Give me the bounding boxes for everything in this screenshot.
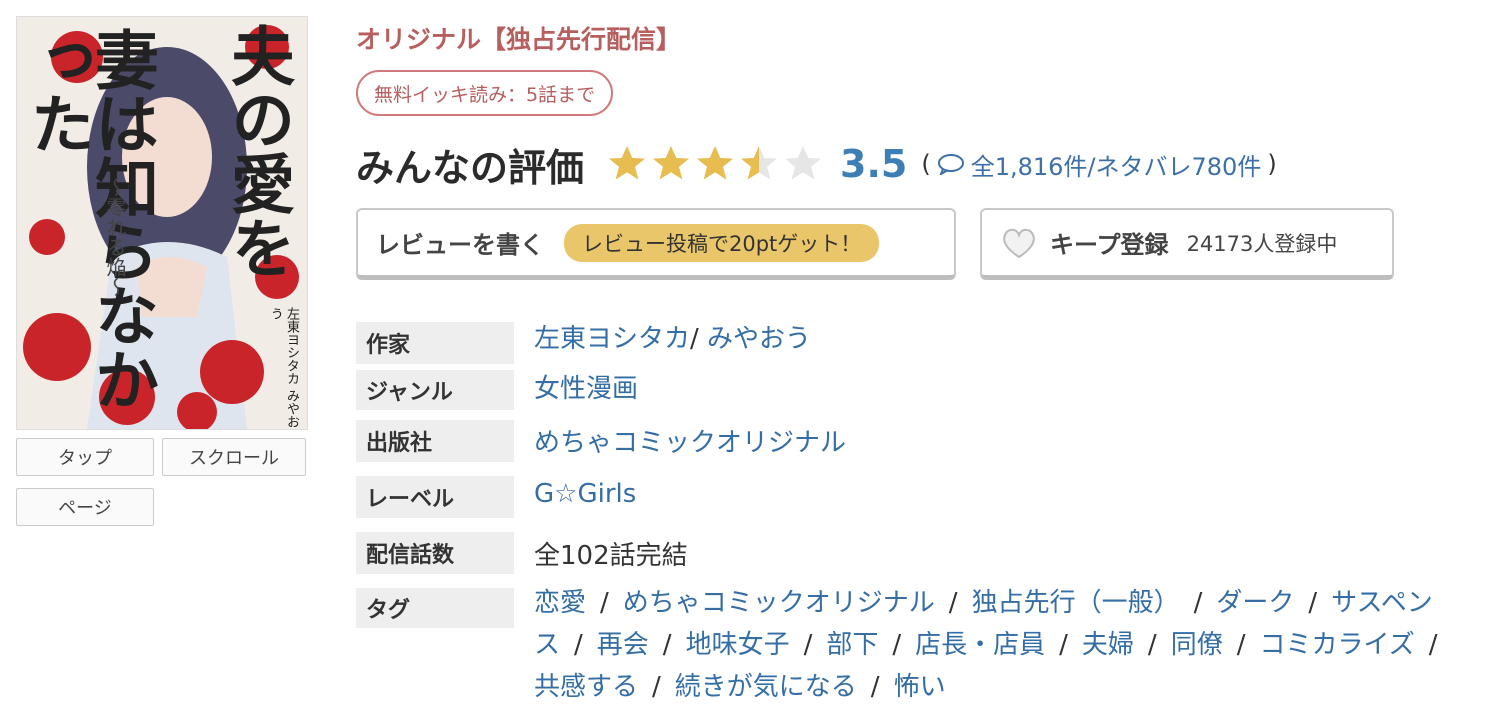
author-separator: / <box>690 324 699 354</box>
tag-separator: / <box>1059 630 1068 660</box>
genre-link[interactable]: 女性漫画 <box>534 368 638 405</box>
tag-separator: / <box>662 630 672 660</box>
tag-separator: / <box>1193 588 1203 618</box>
tag-link[interactable]: コミカライズ <box>1259 630 1414 660</box>
star-icon <box>741 146 778 180</box>
tag-link[interactable]: 地味女子 <box>686 630 790 660</box>
imprint-label: レーベル <box>356 476 514 518</box>
publisher-label: 出版社 <box>356 420 514 462</box>
tag-link[interactable]: 部下 <box>826 630 878 660</box>
heart-icon <box>1003 228 1035 258</box>
author-link-1[interactable]: 左東ヨシタカ <box>534 324 690 354</box>
tag-link[interactable]: ダーク <box>1216 588 1294 618</box>
tags-label: タグ <box>356 588 514 628</box>
tag-separator: / <box>652 672 661 702</box>
write-review-button[interactable]: レビューを書く レビュー投稿で20ptゲット！ <box>356 208 956 280</box>
open-paren: ( <box>921 150 931 178</box>
close-paren: ) <box>1267 150 1277 178</box>
tag-separator: / <box>600 588 609 618</box>
tag-separator: / <box>574 630 583 660</box>
view-tap-button[interactable]: タップ <box>16 438 154 476</box>
tag-separator: / <box>803 630 813 660</box>
genre-label: ジャンル <box>356 370 514 410</box>
view-scroll-button[interactable]: スクロール <box>162 438 306 476</box>
cover-subtitle: 〜零れる焔〜 <box>103 177 127 297</box>
cover-authors: 左東ヨシタカ みやおう <box>267 307 299 429</box>
star-icon <box>653 146 690 180</box>
cover-title-right: 夫の愛を <box>220 23 295 279</box>
keep-button[interactable]: キープ登録 24173人登録中 <box>980 208 1394 280</box>
review-count-text: 全1,816件/ネタバレ780件 <box>970 152 1262 181</box>
view-page-button[interactable]: ページ <box>16 488 154 526</box>
tag-separator: / <box>1236 630 1246 660</box>
rating-score: 3.5 <box>840 142 908 186</box>
tag-link[interactable]: 怖い <box>894 672 946 702</box>
tag-list: 恋愛 / めちゃコミックオリジナル / 独占先行（一般） / ダーク / サスペンス / 再会 / 地味… <box>534 582 1474 708</box>
category-label: オリジナル【独占先行配信】 <box>356 25 682 54</box>
tag-separator: / <box>948 588 958 618</box>
author-link-2[interactable]: みやおう <box>707 324 811 354</box>
rating-title: みんなの評価 <box>356 145 585 190</box>
episodes-value: 全102話完結 <box>534 541 688 571</box>
star-icon <box>697 146 734 180</box>
tag-separator: / <box>870 672 880 702</box>
star-icon <box>785 146 822 180</box>
write-review-label: レビューを書く <box>376 231 544 259</box>
tag-link[interactable]: 恋愛 <box>534 588 586 618</box>
review-counts: ( 全1,816件/ネタバレ780件 ) <box>921 147 1276 182</box>
author-label: 作家 <box>356 322 514 364</box>
comic-cover[interactable]: 夫の愛を 妻は知らなかった 〜零れる焔〜 左東ヨシタカ みやおう <box>16 16 308 430</box>
tag-separator: / <box>1308 588 1318 618</box>
rating-stars <box>606 143 826 185</box>
star-icon <box>609 146 646 180</box>
free-read-badge: 無料イッキ読み：5話まで <box>356 70 614 116</box>
tag-link[interactable]: 店長・店員 <box>915 630 1045 660</box>
keep-count: 24173人登録中 <box>1186 231 1338 256</box>
tag-separator: / <box>892 630 902 660</box>
publisher-link[interactable]: めちゃコミックオリジナル <box>534 422 846 459</box>
review-point-badge: レビュー投稿で20ptゲット！ <box>564 223 880 262</box>
tag-link[interactable]: 再会 <box>597 630 649 660</box>
tag-link[interactable]: 続きが気になる <box>675 672 857 702</box>
review-count-link[interactable]: 全1,816件/ネタバレ780件 <box>937 147 1262 182</box>
tag-link[interactable]: 独占先行（一般） <box>972 588 1180 618</box>
tag-link[interactable]: 夫婦 <box>1082 630 1134 660</box>
imprint-link[interactable]: G☆Girls <box>534 479 636 509</box>
tag-link[interactable]: めちゃコミックオリジナル <box>623 588 935 618</box>
keep-label: キープ登録 <box>1050 231 1169 259</box>
rating-row: みんなの評価 3.5 ( 全1,816件/ネタバレ780件 ) <box>356 136 1277 192</box>
episodes-label: 配信話数 <box>356 532 514 574</box>
author-values: 左東ヨシタカ/ みやおう <box>534 318 811 355</box>
tag-separator: / <box>1147 630 1157 660</box>
cover-title-left: 妻は知らなかった <box>20 27 159 411</box>
tag-separator: / <box>1428 630 1438 660</box>
tag-link[interactable]: 同僚 <box>1171 630 1223 660</box>
speech-bubble-icon <box>937 154 964 175</box>
tag-link[interactable]: 共感する <box>534 672 638 702</box>
